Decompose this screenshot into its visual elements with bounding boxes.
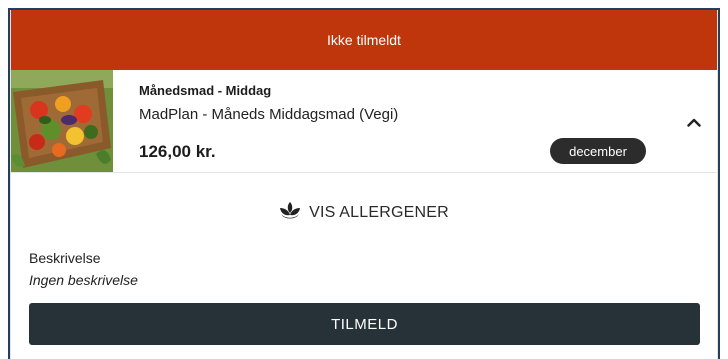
show-allergens-button[interactable]: VIS ALLERGENER — [11, 200, 717, 226]
description-label: Beskrivelse — [29, 250, 101, 266]
registration-status-banner: Ikke tilmeldt — [11, 10, 717, 70]
allergen-label: VIS ALLERGENER — [309, 204, 449, 221]
description-value: Ingen beskrivelse — [29, 272, 138, 288]
product-header[interactable]: Månedsmad - Middag MadPlan - Måneds Midd… — [11, 70, 717, 173]
product-card: Ikke tilmeldt Månedsmad - Middag MadPlan… — [10, 10, 718, 359]
leaf-icon — [279, 201, 301, 226]
chevron-up-icon[interactable] — [683, 111, 705, 133]
vegetable-salad-image — [11, 70, 113, 172]
product-title: Månedsmad - Middag — [139, 83, 272, 98]
signup-button[interactable]: TILMELD — [29, 303, 700, 345]
product-subtitle: MadPlan - Måneds Middagsmad (Vegi) — [139, 106, 399, 123]
product-price: 126,00 kr. — [139, 142, 216, 161]
status-text: Ikke tilmeldt — [327, 32, 401, 48]
month-badge: december — [550, 138, 646, 164]
